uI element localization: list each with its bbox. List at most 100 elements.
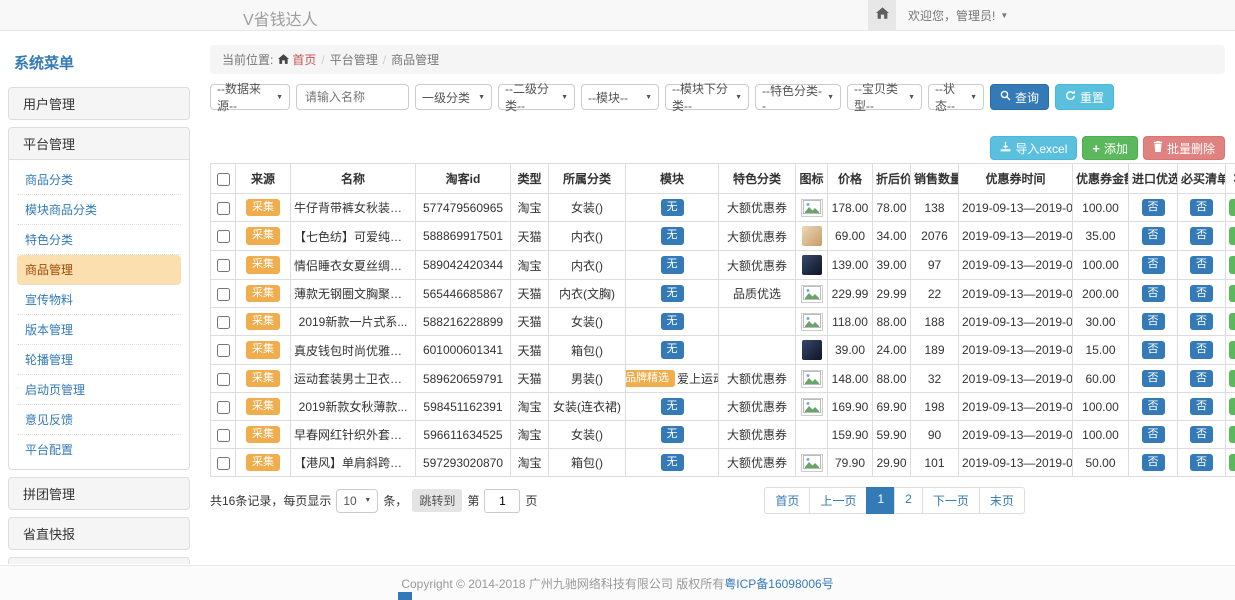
- jump-button[interactable]: 跳转到: [412, 489, 462, 512]
- row-checkbox[interactable]: [217, 316, 230, 329]
- row-checkbox[interactable]: [217, 401, 230, 414]
- import-select-toggle[interactable]: 否: [1142, 256, 1165, 273]
- must-buy-toggle[interactable]: 否: [1190, 285, 1213, 302]
- sidebar-panel-label[interactable]: 省直快报: [9, 518, 189, 549]
- sidebar-item-feedback[interactable]: 意见反馈: [17, 405, 181, 435]
- pager-first[interactable]: 首页: [764, 487, 810, 514]
- status-badge[interactable]: 上架: [1229, 341, 1235, 358]
- home-nav-button[interactable]: [868, 0, 896, 30]
- status-badge[interactable]: 上架: [1229, 199, 1235, 216]
- name-cell: 【港风】单肩斜跨链条...: [291, 449, 416, 477]
- filter-select-module-sub-category[interactable]: --模块下分类--▼: [665, 84, 749, 110]
- must-buy-toggle[interactable]: 否: [1190, 313, 1213, 330]
- welcome-text: 欢迎您，管理员!: [908, 7, 995, 24]
- status-badge[interactable]: 上架: [1229, 398, 1235, 415]
- icp-link[interactable]: 粤ICP备16098006号: [724, 575, 833, 592]
- status-badge[interactable]: 上架: [1229, 454, 1235, 471]
- page-number-input[interactable]: [484, 489, 520, 513]
- must-buy-toggle[interactable]: 否: [1190, 256, 1213, 273]
- import-select-toggle[interactable]: 否: [1142, 341, 1165, 358]
- sidebar-panel-label[interactable]: 用户管理: [9, 88, 189, 119]
- filter-select-status[interactable]: --状态--▼: [928, 84, 984, 110]
- must-buy-toggle[interactable]: 否: [1190, 199, 1213, 216]
- coupon-amount-cell: 35.00: [1073, 222, 1129, 251]
- row-checkbox[interactable]: [217, 259, 230, 272]
- taoke-id-cell: 565446685867: [416, 280, 511, 308]
- filter-select-feature-category[interactable]: --特色分类--▼: [755, 84, 841, 110]
- sidebar-panel-platform-management: 平台管理 商品分类模块商品分类特色分类商品管理宣传物料版本管理轮播管理启动页管理…: [8, 127, 190, 470]
- status-badge[interactable]: 上架: [1229, 370, 1235, 387]
- row-checkbox[interactable]: [217, 288, 230, 301]
- import-select-toggle[interactable]: 否: [1142, 313, 1165, 330]
- add-button[interactable]: + 添加: [1082, 136, 1138, 160]
- row-checkbox[interactable]: [217, 457, 230, 470]
- module-text: 爱上运动: [677, 370, 719, 387]
- pager-prev[interactable]: 上一页: [809, 487, 867, 514]
- pager-page-2[interactable]: 2: [894, 487, 923, 514]
- must-buy-toggle[interactable]: 否: [1190, 341, 1213, 358]
- sidebar-panel-message-management[interactable]: 消息管理: [8, 557, 190, 564]
- per-page-select[interactable]: 10 ▼: [336, 489, 378, 513]
- user-menu[interactable]: 欢迎您，管理员! ▼: [896, 0, 1020, 30]
- import-select-toggle[interactable]: 否: [1142, 199, 1165, 216]
- source-cell: 采集: [236, 308, 291, 336]
- sidebar-item-feature-category[interactable]: 特色分类: [17, 225, 181, 255]
- import-select-toggle[interactable]: 否: [1142, 398, 1165, 415]
- row-checkbox[interactable]: [217, 344, 230, 357]
- taoke-id-cell: 597293020870: [416, 449, 511, 477]
- sidebar-item-goods-category[interactable]: 商品分类: [17, 165, 181, 195]
- sidebar-item-splash-page-management[interactable]: 启动页管理: [17, 375, 181, 405]
- sidebar-panel-user-management[interactable]: 用户管理: [8, 87, 190, 120]
- pager-next[interactable]: 下一页: [922, 487, 980, 514]
- import-select-toggle[interactable]: 否: [1142, 454, 1165, 471]
- filter-select-item-type[interactable]: --宝贝类型--▼: [847, 84, 922, 110]
- sidebar-item-carousel-management[interactable]: 轮播管理: [17, 345, 181, 375]
- sidebar-panel-label[interactable]: 平台管理: [9, 128, 189, 159]
- products-table: 来源名称淘客id类型所属分类模块特色分类图标价格折后价销售数量优惠券时间优惠券金…: [210, 163, 1235, 477]
- price-cell: 139.00: [828, 251, 873, 280]
- status-badge[interactable]: 上架: [1229, 227, 1235, 244]
- row-checkbox[interactable]: [217, 202, 230, 215]
- filter-select-level2-category[interactable]: --二级分类--▼: [498, 84, 575, 110]
- breadcrumb-home-link[interactable]: 首页: [278, 51, 316, 68]
- import-select-toggle[interactable]: 否: [1142, 227, 1165, 244]
- must-buy-toggle[interactable]: 否: [1190, 398, 1213, 415]
- import-select-toggle[interactable]: 否: [1142, 370, 1165, 387]
- sidebar-panel-saving-express[interactable]: 省直快报: [8, 517, 190, 550]
- name-filter-input[interactable]: [296, 84, 409, 110]
- must-buy-toggle[interactable]: 否: [1190, 454, 1213, 471]
- sidebar-item-promo-materials[interactable]: 宣传物料: [17, 285, 181, 315]
- sidebar-panel-group-buy-management[interactable]: 拼团管理: [8, 477, 190, 510]
- row-checkbox[interactable]: [217, 373, 230, 386]
- import-select-toggle[interactable]: 否: [1142, 285, 1165, 302]
- filter-select-data-source[interactable]: --数据来源--▼: [210, 84, 290, 110]
- reset-button[interactable]: 重置: [1055, 84, 1114, 110]
- sidebar-item-goods-management[interactable]: 商品管理: [17, 255, 181, 285]
- status-badge[interactable]: 上架: [1229, 256, 1235, 273]
- must-buy-toggle[interactable]: 否: [1190, 227, 1213, 244]
- sidebar-item-module-goods-category[interactable]: 模块商品分类: [17, 195, 181, 225]
- must-buy-toggle[interactable]: 否: [1190, 370, 1213, 387]
- status-badge[interactable]: 上架: [1229, 285, 1235, 302]
- filter-select-level1-category[interactable]: 一级分类▼: [415, 84, 492, 110]
- import-excel-button[interactable]: 导入excel: [990, 136, 1077, 160]
- row-checkbox[interactable]: [217, 429, 230, 442]
- sidebar: 系统菜单 用户管理 平台管理 商品分类模块商品分类特色分类商品管理宣传物料版本管…: [8, 48, 190, 564]
- sidebar-item-platform-config[interactable]: 平台配置: [17, 435, 181, 464]
- sidebar-panel-label[interactable]: 拼团管理: [9, 478, 189, 509]
- select-all-checkbox[interactable]: [217, 173, 230, 186]
- col-header-discount-price: 折后价: [873, 164, 911, 194]
- bulk-delete-button[interactable]: 批量删除: [1143, 136, 1225, 160]
- query-button[interactable]: 查询: [990, 84, 1049, 110]
- sidebar-item-version-management[interactable]: 版本管理: [17, 315, 181, 345]
- pager-last[interactable]: 末页: [979, 487, 1025, 514]
- pager-page-1[interactable]: 1: [866, 487, 895, 514]
- jump-prefix: 第: [467, 492, 479, 509]
- must-buy-toggle[interactable]: 否: [1190, 426, 1213, 443]
- row-checkbox[interactable]: [217, 230, 230, 243]
- sidebar-panel-label[interactable]: 消息管理: [9, 558, 189, 564]
- status-badge[interactable]: 上架: [1229, 313, 1235, 330]
- filter-select-module[interactable]: --模块--▼: [581, 84, 659, 110]
- import-select-toggle[interactable]: 否: [1142, 426, 1165, 443]
- status-badge[interactable]: 上架: [1229, 426, 1235, 443]
